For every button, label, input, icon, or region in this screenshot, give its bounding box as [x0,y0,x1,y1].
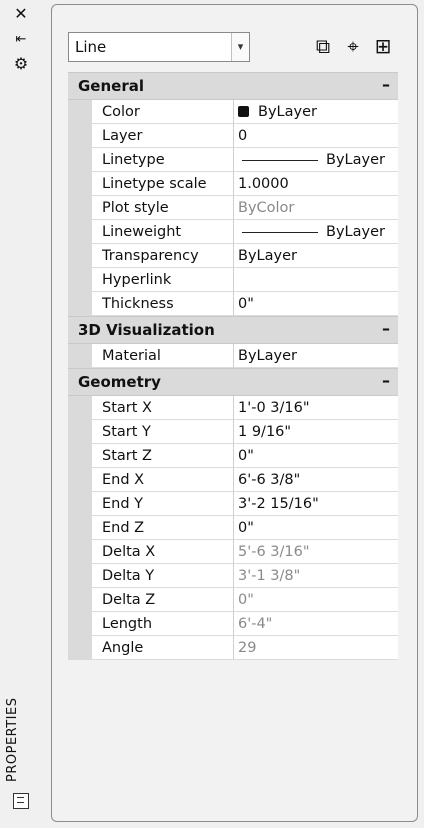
property-label: Angle [92,636,234,660]
section-general[interactable]: General – [68,72,398,100]
property-label: Start Y [92,420,234,444]
property-label: Start X [92,396,234,420]
property-row-delta-x[interactable]: Delta X 5'-6 3/16" [68,540,398,564]
property-value: 5'-6 3/16" [234,540,398,564]
section-title: Geometry [78,373,161,391]
property-value[interactable]: 0 [234,124,398,148]
collapse-icon[interactable]: – [382,371,390,390]
property-label: Linetype [92,148,234,172]
property-value: 3'-1 3/8" [234,564,398,588]
chevron-down-icon[interactable]: ▾ [231,33,249,61]
close-icon[interactable]: ✕ [12,4,30,24]
property-row-thickness[interactable]: Thickness 0" [68,292,398,316]
property-label: Start Z [92,444,234,468]
property-row-lineweight[interactable]: Lineweight ByLayer [68,220,398,244]
options-icon[interactable]: ⚙ [12,54,30,74]
property-row-length[interactable]: Length 6'-4" [68,612,398,636]
property-row-hyperlink[interactable]: Hyperlink [68,268,398,292]
property-label: Length [92,612,234,636]
property-value: 6'-4" [234,612,398,636]
property-row-material[interactable]: Material ByLayer [68,344,398,368]
property-label: Linetype scale [92,172,234,196]
property-grid: General – Color ByLayer Layer 0 Linetype… [68,72,398,660]
toggle-pickadd-icon[interactable]: ⧉ [310,32,336,60]
property-label: Layer [92,124,234,148]
object-type-dropdown[interactable]: Line ▾ [68,32,250,62]
collapse-icon[interactable]: – [382,319,390,338]
property-label: Color [92,100,234,124]
property-value[interactable]: 3'-2 15/16" [234,492,398,516]
property-value[interactable]: 6'-6 3/8" [234,468,398,492]
select-objects-icon[interactable]: ⌖ [340,32,366,60]
property-value[interactable]: 1 9/16" [234,420,398,444]
property-row-linetype[interactable]: Linetype ByLayer [68,148,398,172]
property-value[interactable]: ByLayer [234,100,398,124]
section-title: 3D Visualization [78,321,215,339]
property-row-transparency[interactable]: Transparency ByLayer [68,244,398,268]
property-row-end-y[interactable]: End Y 3'-2 15/16" [68,492,398,516]
property-row-end-z[interactable]: End Z 0" [68,516,398,540]
property-label: Delta Z [92,588,234,612]
property-label: Thickness [92,292,234,316]
section-geometry[interactable]: Geometry – [68,368,398,396]
palette-title: PROPERTIES [5,697,20,783]
property-row-linetype-scale[interactable]: Linetype scale 1.0000 [68,172,398,196]
property-label: Lineweight [92,220,234,244]
property-value[interactable]: ByLayer [234,344,398,368]
lineweight-sample [242,231,318,233]
property-row-delta-y[interactable]: Delta Y 3'-1 3/8" [68,564,398,588]
property-value[interactable]: ByLayer [234,148,398,172]
property-value[interactable]: 0" [234,444,398,468]
property-label: Transparency [92,244,234,268]
section-3d-visualization[interactable]: 3D Visualization – [68,316,398,344]
property-label: Material [92,344,234,368]
section-title: General [78,77,144,95]
property-value[interactable]: 0" [234,516,398,540]
property-row-end-x[interactable]: End X 6'-6 3/8" [68,468,398,492]
property-label: End X [92,468,234,492]
property-row-delta-z[interactable]: Delta Z 0" [68,588,398,612]
property-row-start-z[interactable]: Start Z 0" [68,444,398,468]
property-label: Plot style [92,196,234,220]
property-label: End Z [92,516,234,540]
property-value[interactable]: 0" [234,292,398,316]
collapse-icon[interactable]: – [382,75,390,94]
property-label: Delta X [92,540,234,564]
palette-title-bar: ✕ ⇤ ⚙ PROPERTIES [0,0,46,828]
properties-palette-icon [13,793,29,809]
property-row-angle[interactable]: Angle 29 [68,636,398,660]
property-row-color[interactable]: Color ByLayer [68,100,398,124]
property-row-plot-style[interactable]: Plot style ByColor [68,196,398,220]
linetype-sample [242,159,318,161]
property-value[interactable]: ByLayer [234,220,398,244]
property-value[interactable]: 1.0000 [234,172,398,196]
property-value: 0" [234,588,398,612]
property-value: ByColor [234,196,398,220]
property-label: Delta Y [92,564,234,588]
property-row-start-y[interactable]: Start Y 1 9/16" [68,420,398,444]
property-value[interactable]: 1'-0 3/16" [234,396,398,420]
property-label: End Y [92,492,234,516]
property-value[interactable] [234,268,398,292]
object-type-value: Line [75,38,107,56]
property-value: 29 [234,636,398,660]
property-value[interactable]: ByLayer [234,244,398,268]
quick-select-icon[interactable]: ⊞ [370,32,396,60]
property-row-start-x[interactable]: Start X 1'-0 3/16" [68,396,398,420]
color-swatch-icon [238,106,249,117]
property-row-layer[interactable]: Layer 0 [68,124,398,148]
auto-hide-icon[interactable]: ⇤ [12,30,30,50]
property-label: Hyperlink [92,268,234,292]
